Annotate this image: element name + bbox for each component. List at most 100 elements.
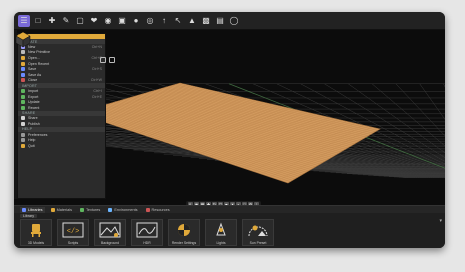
cursor-icon[interactable]: ↖ (172, 15, 184, 27)
menu-item-label: Update (28, 100, 40, 105)
tab-materials[interactable]: Materials (49, 207, 74, 213)
menu-item[interactable]: Update (18, 99, 105, 105)
gear-icon (21, 132, 25, 137)
menu-item[interactable]: Export Ctrl+E (18, 94, 105, 100)
quit-icon (21, 143, 25, 148)
menu-item-label: Preferences (28, 132, 48, 137)
menu-item[interactable]: Open Recent (18, 61, 105, 67)
menu-item-label: Open... (28, 55, 40, 60)
menu-item-label: New (28, 44, 36, 49)
library-item-label: Lights (216, 240, 226, 245)
navigation-cube-icon[interactable] (14, 30, 32, 48)
svg-text:</>: </> (67, 228, 80, 236)
menu-item-label: Open Recent (28, 61, 50, 66)
close-file-icon (21, 78, 25, 83)
library-item[interactable]: 3D Models (20, 219, 52, 246)
save-icon (21, 67, 25, 72)
menu-item[interactable]: Open... Ctrl+O (18, 55, 105, 61)
library-icon (22, 207, 26, 212)
library-item-label: 3D Models (27, 240, 45, 245)
menu-item[interactable]: Share (18, 116, 105, 122)
camera-icon[interactable]: ◉ (102, 15, 114, 27)
sun-icon (243, 220, 273, 240)
app-menu-button[interactable]: ☰ (18, 14, 30, 27)
menu-item[interactable]: Publish (18, 121, 105, 127)
menu-item-label: Export (28, 94, 39, 99)
tab-environments[interactable]: Environments (106, 207, 139, 213)
resource-icon (145, 207, 150, 212)
document-icon[interactable]: □ (32, 15, 44, 27)
focus-icon[interactable] (109, 57, 115, 63)
library-item-label: HDR (143, 240, 151, 245)
menu-item-label: Import (28, 88, 39, 93)
hdr-icon (132, 220, 162, 240)
view-icon[interactable]: ◯ (228, 15, 240, 27)
library-item-label: Sun Preset (249, 240, 267, 245)
menu-item-label: Publish (28, 121, 40, 126)
tab-resources[interactable]: Resources (144, 207, 172, 213)
menu-item-label: Save As (28, 72, 42, 77)
texture-icon (79, 207, 84, 212)
menu-item-shortcut: Ctrl+S (91, 67, 102, 72)
tab-textures[interactable]: Textures (78, 207, 102, 213)
brush-icon[interactable]: ❤ (88, 15, 100, 27)
library-tabs: Libraries Materials Textures Environments Re… (14, 206, 445, 213)
menu-item-label: Help (28, 138, 36, 143)
code-icon: </> (58, 220, 88, 240)
edit-icon[interactable]: ✎ (60, 15, 72, 27)
folder-clock-icon (21, 61, 25, 66)
share-icon (21, 116, 25, 121)
tab-label: Environments (114, 207, 138, 212)
cube-icon (21, 50, 25, 55)
material-sphere-icon[interactable]: ● (130, 15, 142, 27)
panel-options-icon[interactable]: ▾ (439, 218, 442, 224)
move-icon[interactable]: ✚ (46, 15, 58, 27)
main-toolbar: ☰ □ ✚ ✎ ▢ ❤ ◉ ▣ ● ◎ ↑ ↖ ▲ ▩ ▤ ◯ (14, 12, 445, 30)
menu-item-shortcut: Ctrl+I (93, 88, 102, 93)
tab-label: Textures (85, 207, 101, 212)
library-item-label: Render Settings (171, 240, 197, 245)
library-item[interactable]: Render Settings (168, 219, 200, 246)
3d-viewport[interactable]: CREATENewCtrl+NNew PrimitiveOpen...Ctrl+… (14, 30, 445, 205)
app-window: ☰ □ ✚ ✎ ▢ ❤ ◉ ▣ ● ◎ ↑ ↖ ▲ ▩ ▤ ◯ CREATENe… (14, 12, 445, 248)
menu-item[interactable]: Help (18, 137, 105, 143)
tab-label: Materials (56, 207, 72, 212)
library-items: 3D Models </> Scripts Background HDR Render S… (20, 219, 274, 246)
menu-item[interactable]: Quit (18, 143, 105, 149)
light-icon (206, 220, 236, 240)
viewport-quick-icons (100, 57, 115, 63)
menu-item[interactable]: Import Ctrl+I (18, 88, 105, 94)
file-menu: CREATENewCtrl+NNew PrimitiveOpen...Ctrl+… (17, 33, 106, 199)
node-icon[interactable]: ▲ (186, 15, 198, 27)
material-icon (50, 207, 55, 212)
menu-item-label: Recent (28, 105, 40, 110)
menu-item[interactable]: Preferences (18, 132, 105, 138)
menu-item-label: Close (28, 78, 38, 83)
frame-icon[interactable] (100, 57, 106, 63)
tab-libraries[interactable]: Libraries (20, 206, 45, 213)
library-item[interactable]: Lights (205, 219, 237, 246)
menu-item[interactable]: Save As (18, 72, 105, 78)
menu-item[interactable]: Save Ctrl+S (18, 66, 105, 72)
menu-body: CREATENewCtrl+NNew PrimitiveOpen...Ctrl+… (18, 39, 105, 149)
help-icon (21, 138, 25, 143)
breadcrumb-item[interactable]: Library (20, 213, 37, 218)
library-item[interactable]: Sun Preset (242, 219, 274, 246)
picture-icon[interactable]: ▣ (116, 15, 128, 27)
scale-icon[interactable]: ▢ (74, 15, 86, 27)
menu-item-shortcut: Ctrl+N (91, 44, 102, 49)
menu-item[interactable]: New Primitive (18, 50, 105, 56)
pin-icon[interactable]: ↑ (158, 15, 170, 27)
environment-icon (108, 207, 113, 212)
globe-icon[interactable]: ◎ (144, 15, 156, 27)
library-item[interactable]: </> Scripts (57, 219, 89, 246)
render-icon (169, 220, 199, 240)
library-item[interactable]: Background (94, 219, 126, 246)
library-item[interactable]: HDR (131, 219, 163, 246)
layers-icon[interactable]: ▤ (214, 15, 226, 27)
render-icon[interactable]: ▩ (200, 15, 212, 27)
menu-item-label: Quit (28, 143, 35, 148)
menu-item[interactable]: Recent (18, 105, 105, 111)
menu-item[interactable]: Close Ctrl+W (18, 78, 105, 84)
tab-label: Resources (151, 207, 170, 212)
